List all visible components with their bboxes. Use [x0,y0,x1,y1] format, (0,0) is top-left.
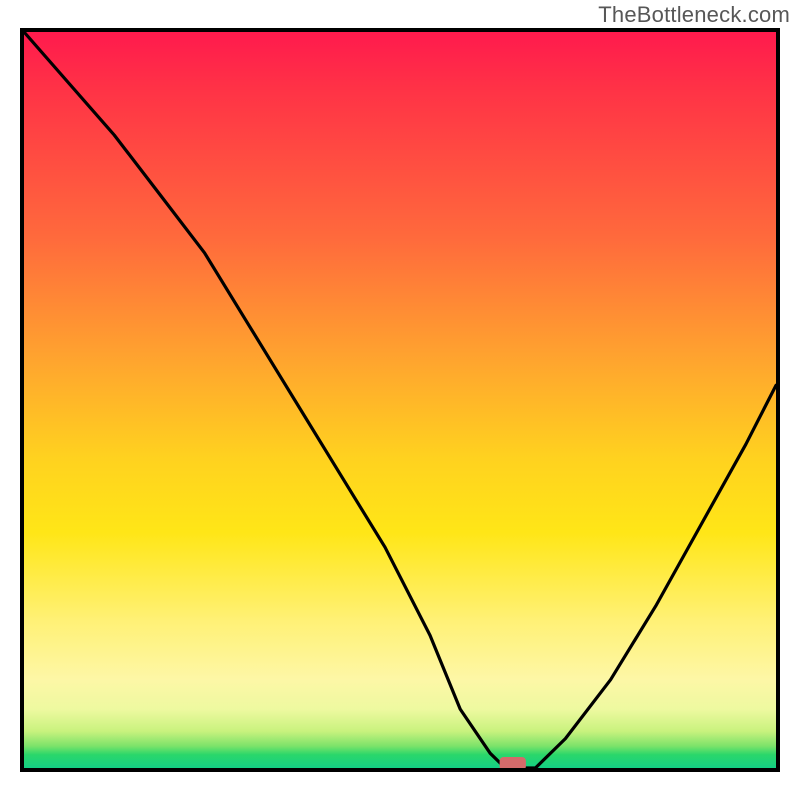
plot-area [20,28,780,772]
watermark-text: TheBottleneck.com [598,2,790,28]
minimum-marker [500,757,526,768]
chart-container: TheBottleneck.com [0,0,800,800]
bottleneck-curve-path [24,32,776,768]
curve-svg [24,32,776,768]
